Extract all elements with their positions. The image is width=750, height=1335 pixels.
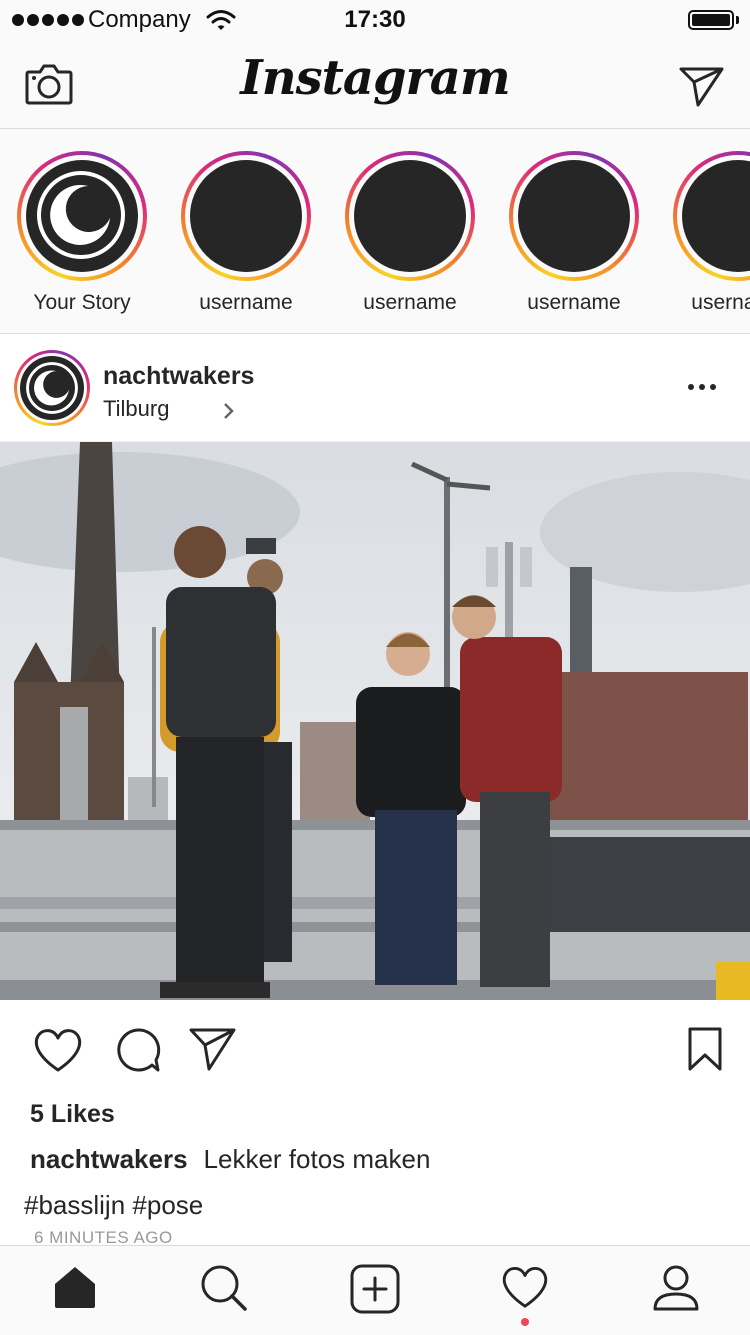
battery-tip (736, 16, 739, 24)
story-label: Your Story (33, 291, 131, 314)
profile-icon[interactable] (652, 1264, 700, 1312)
story-label: username (363, 291, 457, 314)
battery-icon (688, 10, 734, 30)
story-avatar (518, 160, 630, 272)
likes-count[interactable]: 5 Likes (30, 1100, 115, 1129)
top-nav-bar: Instagram (0, 40, 750, 129)
post-username[interactable]: nachtwakers (103, 362, 254, 391)
caption-username[interactable]: nachtwakers (30, 1144, 188, 1174)
story-ring (181, 151, 311, 281)
stories-tray: Your Story username username username us… (0, 129, 750, 334)
carrier-name: Company (88, 6, 191, 33)
home-icon[interactable] (52, 1264, 98, 1310)
add-post-icon[interactable] (350, 1264, 400, 1314)
story-your-story[interactable]: Your Story (12, 151, 152, 315)
story-ring (17, 151, 147, 281)
story-label: username (527, 291, 621, 314)
post-hashtags[interactable]: #basslijn #pose (24, 1190, 203, 1221)
post-header: nachtwakers Tilburg (0, 334, 750, 442)
like-heart-icon[interactable] (32, 1026, 84, 1074)
nachtwakers-moon-avatar (26, 160, 138, 272)
story-ring (509, 151, 639, 281)
paper-plane-icon[interactable] (678, 64, 726, 108)
post-location[interactable]: Tilburg (103, 396, 169, 422)
search-icon[interactable] (200, 1264, 248, 1312)
story-avatar (190, 160, 302, 272)
post-author-avatar[interactable] (14, 350, 90, 426)
post-photo[interactable] (0, 442, 750, 1000)
caption-text: Lekker fotos maken (203, 1144, 431, 1174)
chevron-right-icon (224, 403, 234, 419)
signal-strength-icon (12, 14, 84, 26)
story-avatar (354, 160, 466, 272)
comment-icon[interactable] (114, 1026, 162, 1074)
notification-dot (521, 1318, 529, 1326)
heart-icon[interactable] (500, 1264, 550, 1310)
story-label: username (691, 291, 750, 314)
story-username-1[interactable]: username (176, 151, 316, 315)
status-bar: Company 17:30 (0, 0, 750, 40)
story-username-2[interactable]: username (340, 151, 480, 315)
post-actions-bar (0, 1000, 750, 1100)
share-icon[interactable] (188, 1026, 238, 1072)
story-avatar (682, 160, 750, 272)
bottom-tab-bar (0, 1245, 750, 1335)
story-ring (345, 151, 475, 281)
moon-avatar-icon (20, 356, 84, 420)
story-username-3[interactable]: username (504, 151, 644, 315)
wifi-icon (206, 10, 236, 30)
more-options-icon[interactable] (688, 384, 716, 390)
bookmark-icon[interactable] (686, 1026, 724, 1072)
story-label: username (199, 291, 293, 314)
story-username-4[interactable]: username (668, 151, 750, 315)
story-ring (673, 151, 750, 281)
app-logo: Instagram (240, 50, 510, 106)
post-caption: nachtwakers Lekker fotos maken (30, 1144, 430, 1175)
